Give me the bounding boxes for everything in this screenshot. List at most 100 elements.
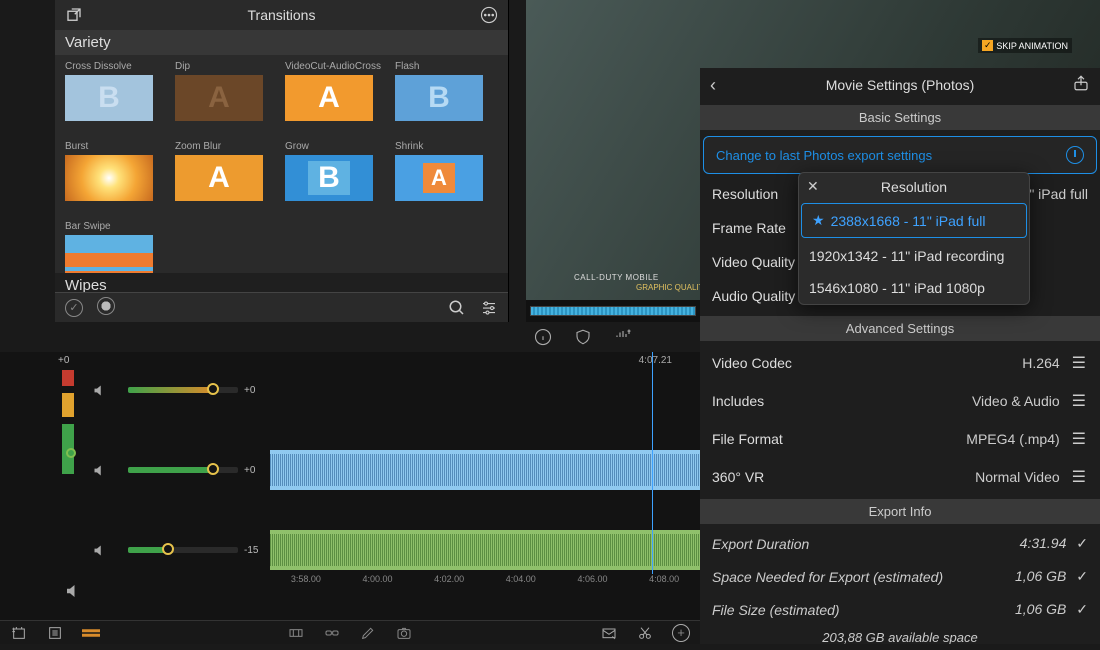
transition-thumb: A [395,155,483,201]
transitions-grid: Cross DissolveBDipAVideoCut-AudioCrossAF… [55,55,508,287]
speaker-icon[interactable] [92,543,107,558]
waveform-icon[interactable] [614,328,632,346]
playhead[interactable] [652,352,653,574]
transition-item[interactable]: Bar Swipe [65,221,153,281]
info-row: File Size (estimated)1,06 GB ✓ [700,593,1100,626]
row-value: MPEG4 (.mp4) [966,431,1059,447]
transition-thumb: B [395,75,483,121]
checkmark-icon[interactable]: ✓ [65,299,83,317]
row-label: Video Codec [712,355,792,371]
resolution-option[interactable]: ★2388x1668 - 11" iPad full [801,203,1027,238]
resolution-option[interactable]: 1546x1080 - 11" iPad 1080p [799,272,1029,304]
chevron-list-icon: ☰ [1072,467,1088,487]
settings-title: Movie Settings (Photos) [826,77,975,93]
back-icon[interactable]: ‹ [710,75,716,96]
transition-item[interactable]: Shrink A [395,141,483,201]
transition-thumb [65,155,153,201]
row-value: Normal Video [975,469,1060,485]
more-icon[interactable] [480,6,498,24]
volume-slider[interactable] [128,467,238,473]
transition-thumb: A [175,155,263,201]
record-icon[interactable] [97,297,115,318]
camera-icon[interactable] [395,624,413,642]
info-row: Space Needed for Export (estimated)1,06 … [700,560,1100,593]
share-icon[interactable] [1072,74,1090,92]
transition-name: Flash [395,61,483,72]
transition-item[interactable]: Dip A [175,61,263,121]
search-icon[interactable] [448,299,466,317]
transition-name: VideoCut-AudioCross [285,61,373,72]
audio-track[interactable]: +0 [0,370,700,410]
info-row: Export Duration4:31.94 ✓ [700,527,1100,560]
preview-scrubber[interactable] [526,300,700,322]
transitions-panel: Transitions Variety Cross DissolveBDipAV… [55,0,509,322]
db-value: +0 [244,385,255,396]
transition-name: Shrink [395,141,483,152]
transition-thumb: B [65,75,153,121]
db-value: +0 [244,465,255,476]
resolution-popup: ✕ Resolution ★2388x1668 - 11" iPad full1… [798,172,1030,305]
shield-icon[interactable] [574,328,592,346]
transition-item[interactable]: GrowB [285,141,373,201]
chevron-list-icon: ☰ [1072,353,1088,373]
close-icon[interactable]: ✕ [807,178,819,195]
row-label: Frame Rate [712,220,786,236]
transition-thumb: A [175,75,263,121]
popup-title: Resolution [881,179,947,195]
row-label: Video Quality [712,254,795,270]
transition-name: Burst [65,141,153,152]
time-ruler: 3:58.004:00.004:02.004:04.004:06.004:08.… [270,574,700,594]
settings-sliders-icon[interactable] [480,299,498,317]
settings-row[interactable]: File FormatMPEG4 (.mp4)☰ [700,420,1100,458]
overlay-text-left: CALL-DUTY MOBILE [574,273,659,282]
clip-icon[interactable] [82,624,100,642]
keyframe-icon[interactable] [66,448,76,458]
change-to-last-export[interactable]: Change to last Photos export settings [703,136,1097,174]
link-icon[interactable] [323,624,341,642]
star-icon: ★ [812,212,825,229]
row-value: Video & Audio [972,393,1060,409]
transition-name: Grow [285,141,373,152]
row-label: Resolution [712,186,778,202]
section-variety: Variety [55,30,508,55]
volume-slider[interactable] [128,387,238,393]
transition-item[interactable]: Cross DissolveB [65,61,153,121]
skip-animation-toggle[interactable]: ✓ SKIP ANIMATION [978,38,1072,53]
add-clip-icon[interactable] [10,624,28,642]
transition-name: Dip [175,61,263,72]
settings-row[interactable]: 360° VRNormal Video☰ [700,458,1100,496]
row-label: Includes [712,393,764,409]
settings-row[interactable]: Includes Video & Audio ☰ [700,382,1100,420]
master-speaker-icon[interactable] [64,582,82,600]
volume-slider[interactable] [128,547,238,553]
mail-icon[interactable] [600,624,618,642]
transition-item[interactable]: Burst [65,141,153,201]
transition-item[interactable]: VideoCut-AudioCross A [285,61,373,121]
pop-out-icon[interactable] [65,6,83,24]
timeline-offset: +0 [58,355,69,366]
edit-icon[interactable] [359,624,377,642]
row-value: H.264 [1022,355,1059,371]
transition-thumb: A [285,75,373,121]
timeline[interactable]: +0 4:07.21 +0+0-15+0 3:58.004:00.004:02.… [0,352,700,620]
settings-row[interactable]: Video Codec H.264 ☰ [700,344,1100,382]
transition-item[interactable]: Flash B [395,61,483,121]
transition-item[interactable]: Zoom Blur A [175,141,263,201]
panel-title: Transitions [55,7,508,23]
list-icon[interactable] [46,624,64,642]
audio-track[interactable]: -15 [0,530,700,570]
info-icon[interactable] [534,328,552,346]
audio-track[interactable]: +0 [0,450,700,490]
speaker-icon[interactable] [92,463,107,478]
transition-name: Bar Swipe [65,221,153,232]
resolution-option[interactable]: 1920x1342 - 11" iPad recording [799,240,1029,272]
cut-icon[interactable] [636,624,654,642]
speaker-icon[interactable] [92,383,107,398]
db-value: -15 [244,545,258,556]
add-button[interactable]: + [672,624,690,642]
trim-icon[interactable] [287,624,305,642]
section-advanced: Advanced Settings [700,316,1100,341]
transition-name: Zoom Blur [175,141,263,152]
chevron-list-icon: ☰ [1072,391,1088,411]
playhead-time: 4:07.21 [639,355,672,366]
